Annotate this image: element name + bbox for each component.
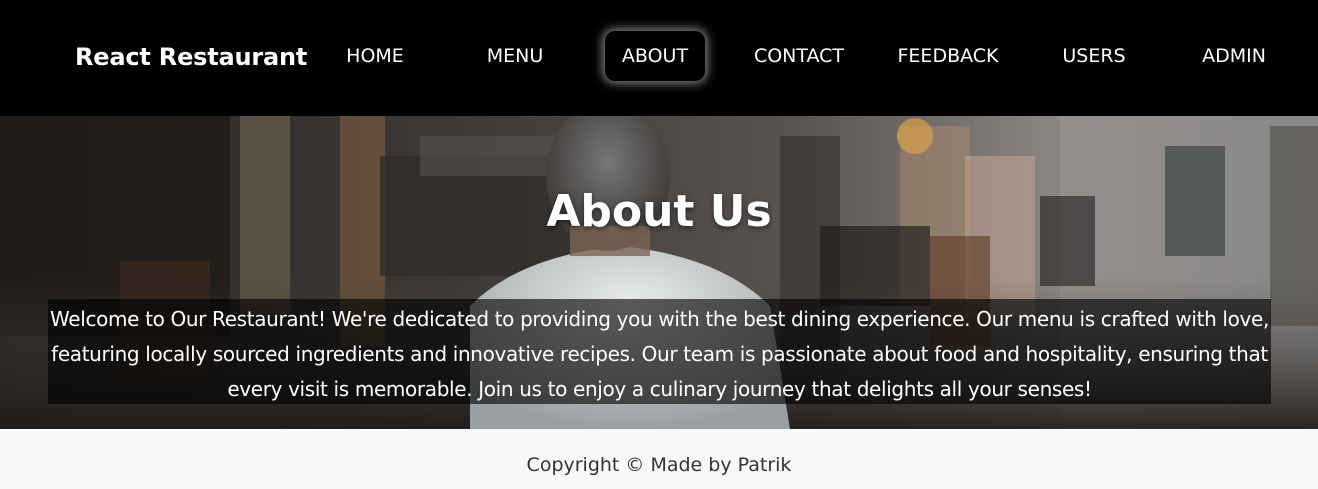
navbar: React Restaurant HOME MENU ABOUT CONTACT… bbox=[0, 0, 1318, 116]
footer: Copyright © Made by Patrik bbox=[0, 429, 1318, 489]
nav-link-admin[interactable]: ADMIN bbox=[1190, 31, 1278, 81]
nav-link-home[interactable]: HOME bbox=[330, 31, 420, 81]
copyright-text: Copyright © Made by Patrik bbox=[526, 454, 792, 476]
brand-logo-link[interactable]: React Restaurant bbox=[75, 40, 307, 74]
page-title: About Us bbox=[546, 186, 772, 237]
nav-link-about[interactable]: ABOUT bbox=[605, 31, 705, 81]
about-description-line-3: every visit is memorable. Join us to enj… bbox=[227, 377, 1092, 401]
nav-link-contact[interactable]: CONTACT bbox=[745, 31, 853, 81]
about-description-line-2: featuring locally sourced ingredients an… bbox=[51, 342, 1268, 366]
about-description-line-1: Welcome to Our Restaurant! We're dedicat… bbox=[50, 307, 1269, 331]
nav-link-feedback[interactable]: FEEDBACK bbox=[890, 31, 1006, 81]
nav-link-menu[interactable]: MENU bbox=[470, 31, 560, 81]
nav-link-users[interactable]: USERS bbox=[1050, 31, 1138, 81]
about-hero: About Us Welcome to Our Restaurant! We'r… bbox=[0, 116, 1318, 429]
about-description-box: Welcome to Our Restaurant! We're dedicat… bbox=[48, 299, 1271, 404]
